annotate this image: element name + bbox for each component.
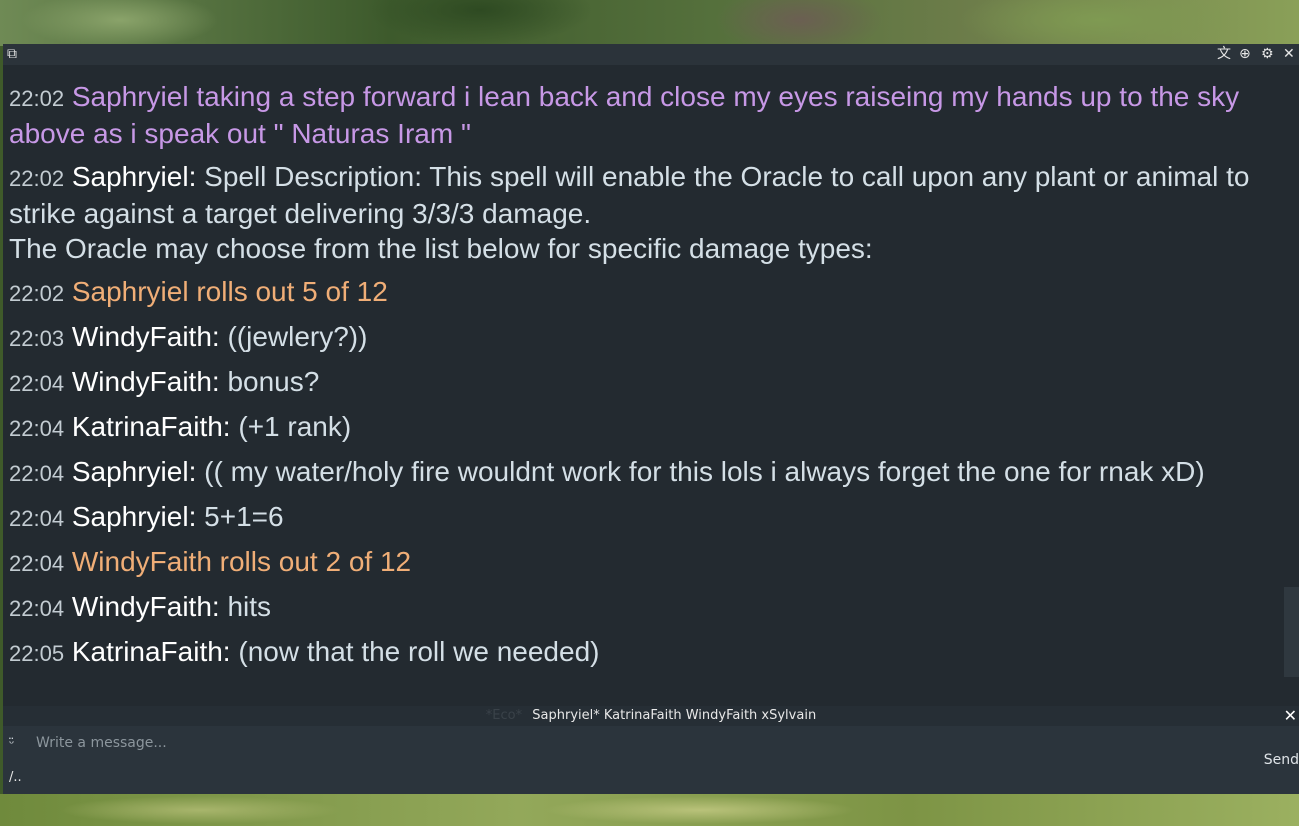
add-chat-icon[interactable]: ⊕	[1239, 46, 1251, 63]
message-timestamp: 22:03	[9, 326, 65, 351]
message-text: (( my water/holy fire wouldnt work for t…	[204, 456, 1205, 487]
sender-name[interactable]: KatrinaFaith:	[72, 636, 231, 667]
message-text-line2: The Oracle may choose from the list belo…	[9, 233, 873, 264]
message-timestamp: 22:04	[9, 461, 65, 486]
message-list[interactable]: 22:02 Saphryiel taking a step forward i …	[3, 65, 1285, 730]
message-input[interactable]: Write a message...	[36, 734, 1236, 752]
message-timestamp: 22:04	[9, 371, 65, 396]
game-background-bottom	[0, 794, 1299, 826]
message-text: hits	[227, 591, 272, 622]
gear-icon[interactable]: ⚙	[1261, 46, 1274, 63]
chat-window: ⧉ 文 ⊕ ⚙ ✕ 22:02 Saphryiel taking a step …	[3, 44, 1299, 794]
game-background-top	[0, 0, 1299, 46]
message-timestamp: 22:02	[9, 281, 65, 306]
command-hint[interactable]: /..	[9, 770, 22, 785]
message-text: (now that the roll we needed)	[238, 636, 600, 667]
message-text: bonus?	[227, 366, 320, 397]
close-icon[interactable]: ✕	[1284, 706, 1297, 726]
message-row: 22:02 Saphryiel rolls out 5 of 12	[3, 274, 1285, 311]
sender-name[interactable]: KatrinaFaith:	[72, 411, 231, 442]
message-row: 22:03 WindyFaith: ((jewlery?))	[3, 319, 1285, 356]
window-icon[interactable]: ⧉	[7, 46, 17, 63]
roll-text: WindyFaith rolls out 2 of 12	[71, 546, 412, 577]
message-row: 22:04 KatrinaFaith: (+1 rank)	[3, 409, 1285, 446]
message-timestamp: 22:04	[9, 551, 65, 576]
emote-text: Saphryiel taking a step forward i lean b…	[9, 81, 1240, 149]
sender-name[interactable]: WindyFaith:	[72, 321, 220, 352]
close-icon[interactable]: ✕	[1283, 46, 1295, 63]
message-composer: ᵕ̈ Write a message... Send /..	[3, 726, 1299, 794]
participant-names: Saphryiel* KatrinaFaith WindyFaith xSylv…	[532, 708, 817, 723]
message-text: 5+1=6	[204, 501, 284, 532]
message-row: 22:04 Saphryiel: 5+1=6	[3, 499, 1285, 536]
sender-name[interactable]: Saphryiel:	[72, 456, 197, 487]
message-row: 22:04 WindyFaith: hits	[3, 589, 1285, 626]
message-row: 22:02 Saphryiel taking a step forward i …	[3, 79, 1285, 151]
message-timestamp: 22:02	[9, 166, 65, 191]
scrollbar-thumb[interactable]	[1284, 587, 1299, 677]
message-row: 22:05 KatrinaFaith: (now that the roll w…	[3, 634, 1285, 671]
message-row: 22:04 WindyFaith rolls out 2 of 12	[3, 544, 1285, 581]
message-row: 22:02 Saphryiel: Spell Description: This…	[3, 159, 1285, 266]
message-row: 22:04 WindyFaith: bonus?	[3, 364, 1285, 401]
message-timestamp: 22:02	[9, 86, 65, 111]
sender-name[interactable]: WindyFaith:	[72, 591, 220, 622]
sender-name[interactable]: Saphryiel:	[72, 501, 197, 532]
sender-name[interactable]: WindyFaith:	[72, 366, 220, 397]
channel-tag: *Eco*	[485, 708, 523, 723]
emoji-icon[interactable]: ᵕ̈	[9, 737, 14, 752]
message-timestamp: 22:04	[9, 416, 65, 441]
chat-titlebar[interactable]: ⧉ 文 ⊕ ⚙ ✕	[3, 44, 1299, 65]
message-text: (+1 rank)	[238, 411, 352, 442]
send-button[interactable]: Send	[1264, 752, 1299, 768]
roll-text: Saphryiel rolls out 5 of 12	[71, 276, 388, 307]
message-timestamp: 22:04	[9, 506, 65, 531]
message-timestamp: 22:05	[9, 641, 65, 666]
message-text: Spell Description: This spell will enabl…	[9, 161, 1250, 229]
participants-bar: *Eco* Saphryiel* KatrinaFaith WindyFaith…	[3, 706, 1299, 726]
translate-icon[interactable]: 文	[1217, 46, 1231, 63]
message-row: 22:04 Saphryiel: (( my water/holy fire w…	[3, 454, 1285, 491]
truncated-message	[3, 65, 1285, 79]
message-timestamp: 22:04	[9, 596, 65, 621]
sender-name[interactable]: Saphryiel:	[72, 161, 197, 192]
message-text: ((jewlery?))	[227, 321, 368, 352]
